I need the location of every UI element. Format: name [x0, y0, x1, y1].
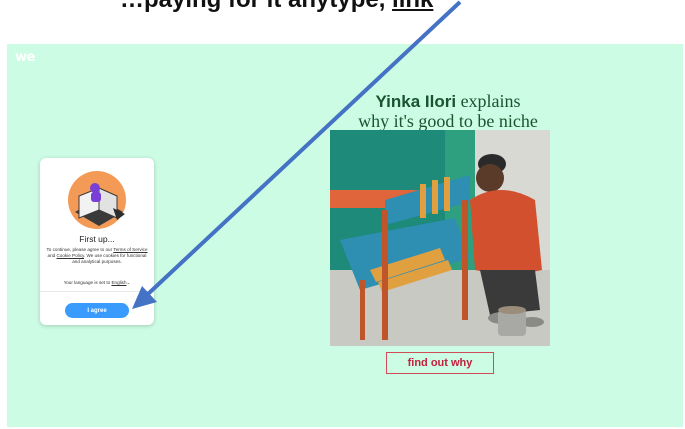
site-logo[interactable]: we	[15, 50, 35, 65]
language-setting: Your language is set to English⌄	[40, 280, 154, 286]
i-agree-button[interactable]: I agree	[65, 303, 129, 318]
caption-prefix: …paying for it anytype,	[120, 0, 392, 13]
consent-body: To continue, please agree to our Terms o…	[45, 247, 149, 265]
hero-photo-illustration	[330, 130, 550, 346]
consent-body-text: To continue, please agree to our	[46, 247, 114, 252]
headline: Yinka Ilori explains why it's good to be…	[337, 92, 559, 132]
consent-title: First up...	[79, 234, 115, 244]
consent-illustration-icon	[68, 171, 126, 229]
language-label: Your language is set to	[63, 280, 112, 285]
language-selector[interactable]: English	[111, 280, 126, 285]
headline-line1: explains	[456, 91, 521, 111]
headline-line2: why it's good to be niche	[358, 111, 538, 131]
consent-divider	[40, 291, 154, 292]
consent-body-end: . We use cookies for functional and anal…	[72, 253, 147, 264]
consent-dialog: First up... To continue, please agree to…	[40, 158, 154, 325]
caption-text: …paying for it anytype, link	[120, 0, 433, 14]
top-caption: …paying for it anytype, link	[0, 0, 685, 44]
hero-photo	[330, 130, 550, 346]
chevron-down-icon[interactable]: ⌄	[127, 280, 131, 285]
terms-of-service-link[interactable]: Terms of Service	[113, 247, 147, 252]
caption-link: link	[392, 0, 433, 13]
find-out-why-button[interactable]: find out why	[386, 352, 494, 374]
cookie-policy-link[interactable]: Cookie Policy	[56, 253, 84, 258]
headline-name: Yinka Ilori	[375, 92, 457, 111]
